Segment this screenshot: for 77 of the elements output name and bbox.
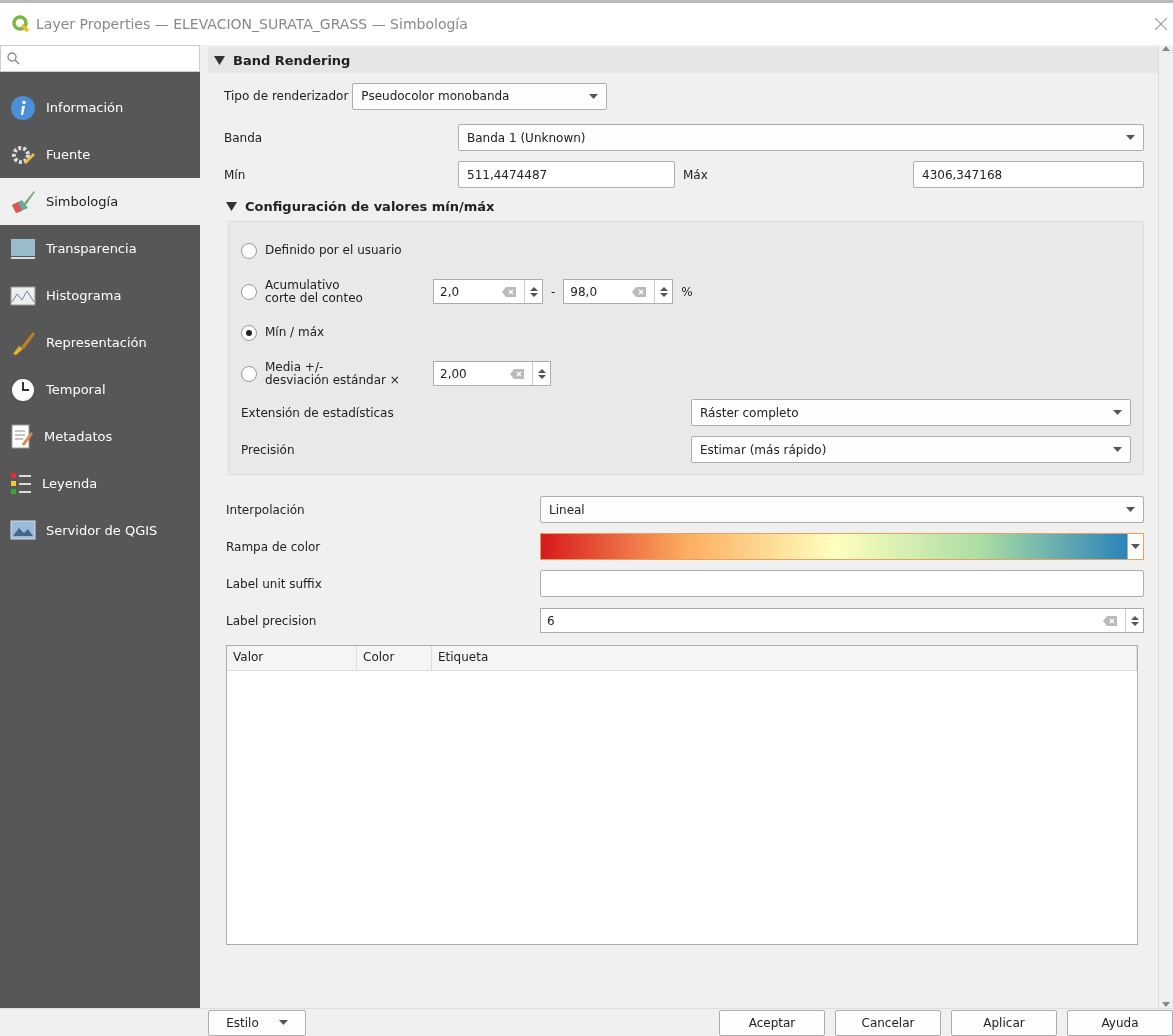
search-icon xyxy=(7,52,20,65)
clear-icon[interactable] xyxy=(510,368,524,379)
app-logo-icon xyxy=(12,15,30,33)
suffix-field[interactable] xyxy=(540,570,1144,597)
spin-arrows-icon[interactable] xyxy=(537,367,546,380)
caret-icon xyxy=(278,1020,288,1025)
column-header[interactable]: Color xyxy=(357,646,432,670)
clock-icon xyxy=(10,376,36,403)
spin-arrows-icon[interactable] xyxy=(1130,614,1139,627)
field-label: Rampa de color xyxy=(226,539,322,554)
field-label: Tipo de renderizador xyxy=(224,89,349,103)
clear-icon[interactable] xyxy=(1103,615,1117,626)
sidebar-item[interactable]: Simbología xyxy=(0,178,200,225)
clear-icon[interactable] xyxy=(502,286,516,297)
accuracy-dropdown[interactable]: Estimar (más rápido) xyxy=(691,436,1131,463)
separator-text: - xyxy=(551,284,556,299)
clear-icon[interactable] xyxy=(632,286,647,297)
option-label: Definido por el usuario xyxy=(265,244,402,257)
field-label: Mín xyxy=(224,167,247,182)
window-title: Layer Properties — ELEVACION_SURATA_GRASS — Simbología xyxy=(36,16,469,32)
collapse-arrow-icon[interactable] xyxy=(214,55,225,65)
option-label: Acumulativo corte del conteo xyxy=(265,278,364,305)
min-field[interactable]: 511,4474487 xyxy=(458,161,675,188)
search-field[interactable] xyxy=(0,45,200,72)
field-label: Interpolación xyxy=(226,502,306,517)
caret-icon xyxy=(1126,507,1135,512)
dialog-button[interactable]: Ayuda xyxy=(1067,1009,1173,1036)
field-label: Máx xyxy=(682,167,709,182)
number-field[interactable]: 2,00 xyxy=(433,361,551,386)
dialog-button[interactable]: Aceptar xyxy=(719,1009,825,1036)
info-icon xyxy=(10,94,36,121)
field-label: Extensión de estadísticas xyxy=(241,405,395,420)
interpolation-dropdown[interactable]: Lineal xyxy=(540,496,1144,523)
unit-label: % xyxy=(681,284,693,299)
ramp-menu-button[interactable] xyxy=(1127,534,1143,559)
column-header[interactable]: Valor xyxy=(227,646,357,670)
raster-icon xyxy=(10,237,36,260)
extent-dropdown[interactable]: Ráster completo xyxy=(691,399,1131,426)
renderer-dropdown[interactable]: Pseudocolor monobanda xyxy=(352,82,608,110)
section-title: Band Rendering xyxy=(233,52,351,68)
legend-icon xyxy=(10,470,32,497)
radio-button[interactable] xyxy=(241,242,257,259)
spin-arrows-icon[interactable] xyxy=(659,285,668,298)
column-header[interactable]: Etiqueta xyxy=(432,646,1137,670)
option-label: Media +/- desviación estándar × xyxy=(265,360,401,387)
number-field[interactable]: 2,0 xyxy=(433,279,543,304)
max-field[interactable]: 4306,347168 xyxy=(913,161,1144,188)
option-label: Mín / máx xyxy=(265,326,325,339)
band-dropdown[interactable]: Banda 1 (Unknown) xyxy=(458,124,1144,151)
field-label: Label precision xyxy=(226,613,318,628)
caret-icon xyxy=(1113,447,1122,452)
server-map-icon xyxy=(10,519,36,542)
style-button[interactable]: Estilo xyxy=(208,1009,306,1036)
brush-icon xyxy=(10,329,36,356)
caret-icon xyxy=(1126,135,1135,140)
precision-field[interactable]: 6 xyxy=(540,608,1144,633)
caret-icon xyxy=(589,93,599,99)
close-icon[interactable] xyxy=(1155,18,1167,30)
caret-icon xyxy=(1113,410,1122,415)
field-label: Precisión xyxy=(241,442,296,457)
field-label: Label unit suffix xyxy=(226,576,323,591)
radio-button[interactable] xyxy=(241,283,257,300)
dialog-button[interactable]: Aplicar xyxy=(951,1009,1057,1036)
radio-button[interactable] xyxy=(241,324,257,341)
radio-button[interactable] xyxy=(241,365,257,382)
scrollbar[interactable] xyxy=(1158,45,1173,1008)
document-icon xyxy=(10,423,34,450)
collapse-arrow-icon[interactable] xyxy=(226,201,237,211)
field-label: Banda xyxy=(224,130,264,145)
dialog-button[interactable]: Cancelar xyxy=(835,1009,941,1036)
histogram-icon xyxy=(10,285,36,306)
paintbrush-icon xyxy=(10,188,36,215)
number-field[interactable]: 98,0 xyxy=(563,279,674,304)
section-title: Configuración de valores mín/máx xyxy=(245,198,495,214)
color-ramp[interactable] xyxy=(541,534,1127,559)
spin-arrows-icon[interactable] xyxy=(529,285,538,298)
caret-icon xyxy=(1131,544,1140,549)
